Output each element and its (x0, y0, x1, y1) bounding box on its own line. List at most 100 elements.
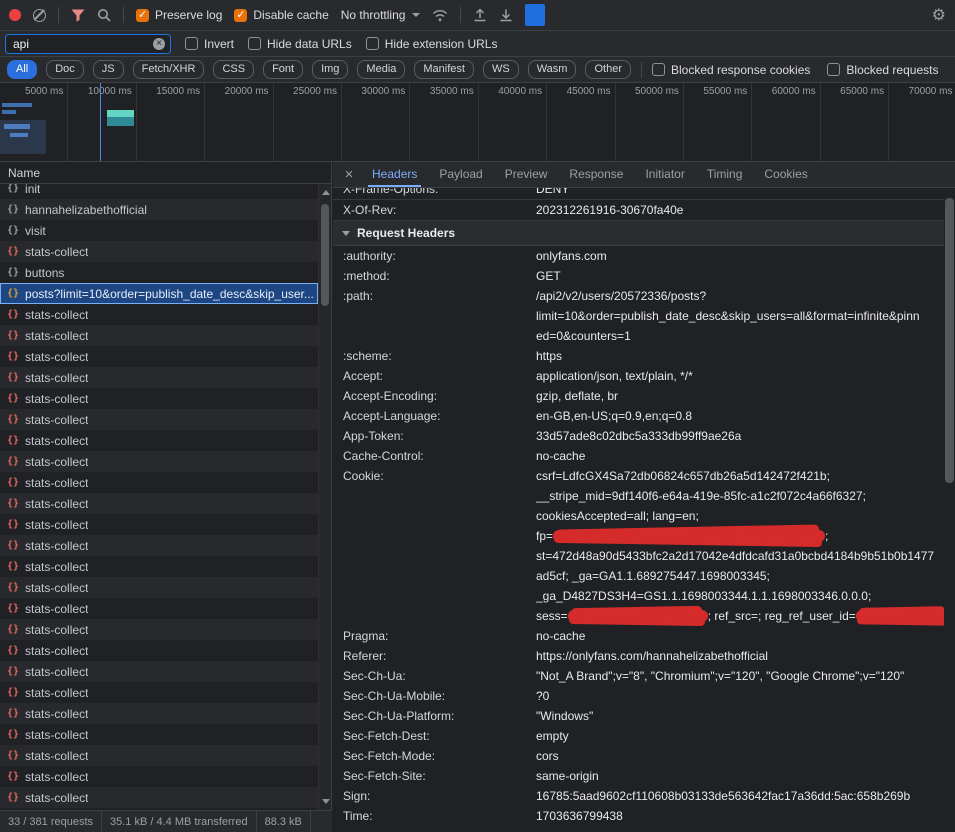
request-row[interactable]: {}stats-collect (0, 598, 318, 619)
hide-extension-urls-checkbox[interactable] (366, 37, 379, 50)
invert-option[interactable]: Invert (185, 37, 234, 51)
disable-cache-checkbox[interactable] (234, 9, 247, 22)
clear-filter-icon[interactable] (153, 38, 165, 50)
request-name: stats-collect (25, 329, 88, 343)
tab-payload[interactable]: Payload (428, 162, 493, 187)
network-filter-input[interactable]: api (5, 34, 171, 54)
type-chip-js[interactable]: JS (93, 60, 124, 79)
header-name: Pragma: (343, 626, 536, 646)
type-chip-font[interactable]: Font (263, 60, 303, 79)
header-value: "Not_A Brand";v="8", "Chromium";v="120",… (536, 666, 944, 686)
preserve-log-option[interactable]: Preserve log (136, 8, 222, 22)
request-row[interactable]: {}stats-collect (0, 703, 318, 724)
request-row[interactable]: {}stats-collect (0, 619, 318, 640)
scrollbar-thumb[interactable] (321, 204, 329, 306)
hide-data-urls-checkbox[interactable] (248, 37, 261, 50)
type-chip-doc[interactable]: Doc (46, 60, 84, 79)
settings-gear-icon[interactable] (932, 5, 946, 25)
filter-option-blocked-requests[interactable]: Blocked requests (827, 63, 938, 77)
details-scrollbar-thumb[interactable] (945, 198, 954, 483)
request-row[interactable]: {}init (0, 184, 318, 199)
request-name: stats-collect (25, 707, 88, 721)
request-row[interactable]: {}stats-collect (0, 325, 318, 346)
type-chip-fetch-xhr[interactable]: Fetch/XHR (133, 60, 205, 79)
request-list-scrollbar[interactable] (318, 184, 331, 810)
type-chip-manifest[interactable]: Manifest (414, 60, 474, 79)
request-row[interactable]: {}stats-collect (0, 682, 318, 703)
blocked-response-cookies-checkbox[interactable] (652, 63, 665, 76)
header-value-line: csrf=LdfcGX4Sa72db06824c657db26a5d142472… (536, 466, 944, 486)
request-row[interactable]: {}hannahelizabethofficial (0, 199, 318, 220)
request-row[interactable]: {}stats-collect (0, 493, 318, 514)
request-row[interactable]: {}stats-collect (0, 577, 318, 598)
throttling-dropdown[interactable]: No throttling (341, 8, 421, 22)
request-row[interactable]: {}stats-collect (0, 367, 318, 388)
tab-preview[interactable]: Preview (494, 162, 559, 187)
type-chip-img[interactable]: Img (312, 60, 348, 79)
request-row[interactable]: {} stats-collect (0, 346, 318, 367)
request-row[interactable]: {}stats-collect (0, 724, 318, 745)
script-braces-icon: {} (7, 351, 19, 362)
request-row[interactable]: {}stats-collect (0, 241, 318, 262)
request-row[interactable]: {}stats-collect (0, 430, 318, 451)
scroll-up-icon[interactable] (322, 190, 330, 195)
type-chip-ws[interactable]: WS (483, 60, 519, 79)
request-name: stats-collect (25, 350, 88, 364)
request-row[interactable]: {}stats-collect (0, 556, 318, 577)
request-row[interactable]: {}stats-collect (0, 304, 318, 325)
type-chip-wasm[interactable]: Wasm (528, 60, 577, 79)
record-network-log-button[interactable] (9, 9, 21, 21)
filter-option-blocked-response-cookies[interactable]: Blocked response cookies (652, 63, 810, 77)
scroll-down-icon[interactable] (322, 799, 330, 804)
hide-data-urls-option[interactable]: Hide data URLs (248, 37, 352, 51)
import-har-icon[interactable] (473, 8, 487, 22)
overview-selection-marker (100, 83, 101, 161)
blocked-requests-checkbox[interactable] (827, 63, 840, 76)
name-column-header[interactable]: Name (0, 162, 331, 184)
request-row[interactable]: {}posts?limit=10&order=publish_date_desc… (0, 283, 318, 304)
disable-cache-label: Disable cache (253, 8, 328, 22)
invert-checkbox[interactable] (185, 37, 198, 50)
request-row[interactable]: {}stats-collect (0, 451, 318, 472)
search-icon[interactable] (97, 8, 111, 22)
type-chip-all[interactable]: All (7, 60, 37, 79)
network-overview-timeline[interactable]: 5000 ms10000 ms15000 ms20000 ms25000 ms3… (0, 83, 955, 162)
header-value: cors (536, 746, 944, 766)
hide-extension-urls-option[interactable]: Hide extension URLs (366, 37, 498, 51)
network-conditions-icon[interactable] (432, 9, 448, 22)
request-row[interactable]: {}stats-collect (0, 535, 318, 556)
request-row[interactable]: {}stats-collect (0, 409, 318, 430)
tab-cookies[interactable]: Cookies (753, 162, 818, 187)
clear-network-log-icon[interactable] (33, 9, 46, 22)
header-row: Referer:https://onlyfans.com/hannaheliza… (333, 646, 944, 666)
timeline-tick: 45000 ms (547, 83, 615, 161)
filter-icon[interactable] (71, 9, 85, 22)
export-har-icon[interactable] (499, 8, 513, 22)
request-row[interactable]: {}visit (0, 220, 318, 241)
request-row[interactable]: {}stats-collect (0, 388, 318, 409)
request-headers-section-header[interactable]: Request Headers (333, 221, 944, 246)
devtools-network-panel: Preserve log Disable cache No throttling… (0, 0, 955, 832)
script-braces-icon: {} (7, 477, 19, 488)
request-row[interactable]: {}stats-collect (0, 514, 318, 535)
request-row[interactable]: {}buttons (0, 262, 318, 283)
tab-initiator[interactable]: Initiator (634, 162, 695, 187)
type-chip-media[interactable]: Media (357, 60, 405, 79)
close-details-icon[interactable] (337, 166, 361, 183)
script-braces-icon: {} (7, 309, 19, 320)
disable-cache-option[interactable]: Disable cache (234, 8, 328, 22)
focused-toolbar-highlight[interactable] (525, 4, 545, 26)
request-row[interactable]: {}stats-collect (0, 661, 318, 682)
chevron-down-icon (412, 13, 420, 17)
tab-timing[interactable]: Timing (696, 162, 754, 187)
request-row[interactable]: {}stats-collect (0, 787, 318, 808)
tab-headers[interactable]: Headers (361, 162, 428, 187)
type-chip-css[interactable]: CSS (213, 60, 254, 79)
type-chip-other[interactable]: Other (585, 60, 631, 79)
request-row[interactable]: {}stats-collect (0, 745, 318, 766)
request-row[interactable]: {}stats-collect (0, 472, 318, 493)
tab-response[interactable]: Response (558, 162, 634, 187)
preserve-log-checkbox[interactable] (136, 9, 149, 22)
request-row[interactable]: {}stats-collect (0, 766, 318, 787)
request-row[interactable]: {}stats-collect (0, 640, 318, 661)
